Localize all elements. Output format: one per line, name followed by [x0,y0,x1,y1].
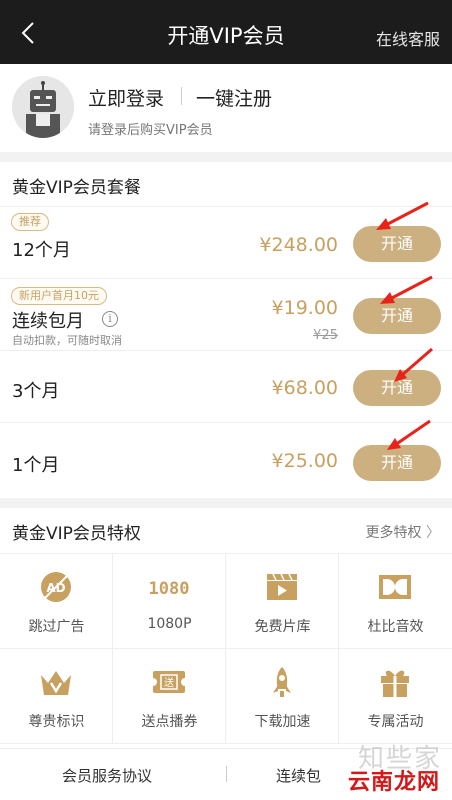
privileges-title: 黄金VIP会员特权 [12,524,141,544]
svg-text:1080: 1080 [149,579,190,599]
login-panel: 立即登录 一键注册 请登录后购买VIP会员 [0,64,452,152]
more-privileges-link[interactable]: 更多特权 〉 [366,522,440,542]
watermark-bottom: 云南龙网 [347,770,440,795]
privilege-download-speed[interactable]: 下载加速 [226,649,339,744]
vip-plans-section: 黄金VIP会员套餐 推荐 12个月 ¥248.00 开通 新用户首月10元 连续… [0,162,452,498]
divider [226,766,227,782]
hd-1080-icon: 1080 [149,579,190,599]
privilege-label: 跳过广告 [28,619,85,635]
plan-price: ¥19.00 [271,297,338,319]
chevron-right-icon: 〉 [426,525,440,541]
plans-title: 黄金VIP会员套餐 [12,178,141,198]
plan-name: 1个月 [12,455,60,476]
red-arrow-icon [376,201,429,230]
red-arrow-icon [394,347,433,382]
ticket-icon: 送 [151,671,187,693]
gift-icon [381,670,409,697]
privilege-label: 专属活动 [367,714,424,730]
plan-note: 自动扣款，可随时取消 [12,334,122,347]
skip-ad-icon: AD [41,572,71,602]
plan-name: 12个月 [12,240,71,261]
auto-renew-agreement-link[interactable]: 连续包 [276,765,321,786]
top-bar: 开通VIP会员 在线客服 [0,0,452,64]
rocket-icon [273,667,291,697]
film-library-icon [267,573,297,600]
robot-avatar-icon [12,76,74,138]
original-price: ¥25 [313,328,338,343]
avatar[interactable] [12,76,74,138]
privilege-ticket[interactable]: 送 送点播券 [113,649,226,744]
crown-icon [41,671,71,695]
privilege-label: 1080P [147,616,192,632]
online-service-link[interactable]: 在线客服 [376,26,440,50]
privilege-label: 杜比音效 [367,619,424,635]
plan-row-3-months: 3个月 ¥68.00 开通 [0,350,452,422]
plan-name: 连续包月 [12,311,84,332]
divider [181,87,182,105]
red-arrow-icon [380,275,433,304]
recommended-badge: 推荐 [11,213,49,231]
red-arrow-icon [387,419,431,450]
svg-text:送: 送 [164,676,174,689]
dolby-icon [379,575,411,599]
plan-name: 3个月 [12,381,60,402]
privilege-1080p[interactable]: 1080 1080P [113,554,226,649]
more-privileges-label: 更多特权 [365,525,422,541]
register-button[interactable]: 一键注册 [196,84,272,111]
privilege-label: 免费片库 [254,619,311,635]
login-button[interactable]: 立即登录 [88,84,164,111]
plan-price: ¥248.00 [259,234,338,256]
member-agreement-link[interactable]: 会员服务协议 [62,765,152,786]
plan-price: ¥25.00 [271,450,338,472]
login-hint: 请登录后购买VIP会员 [88,123,213,138]
privilege-badge[interactable]: 尊贵标识 [0,649,113,744]
privilege-label: 送点播券 [141,714,198,730]
privilege-dolby[interactable]: 杜比音效 [339,554,452,649]
privilege-label: 下载加速 [254,714,311,730]
privilege-exclusive-events[interactable]: 专属活动 [339,649,452,744]
new-user-badge: 新用户首月10元 [11,287,107,305]
plan-price: ¥68.00 [271,377,338,399]
privilege-label: 尊贵标识 [28,714,85,730]
privilege-film-library[interactable]: 免费片库 [226,554,339,649]
privilege-skip-ad[interactable]: AD 跳过广告 [0,554,113,649]
info-icon[interactable]: i [102,311,118,327]
privileges-grid: AD 跳过广告 1080 1080P 免费片库 [0,553,452,744]
